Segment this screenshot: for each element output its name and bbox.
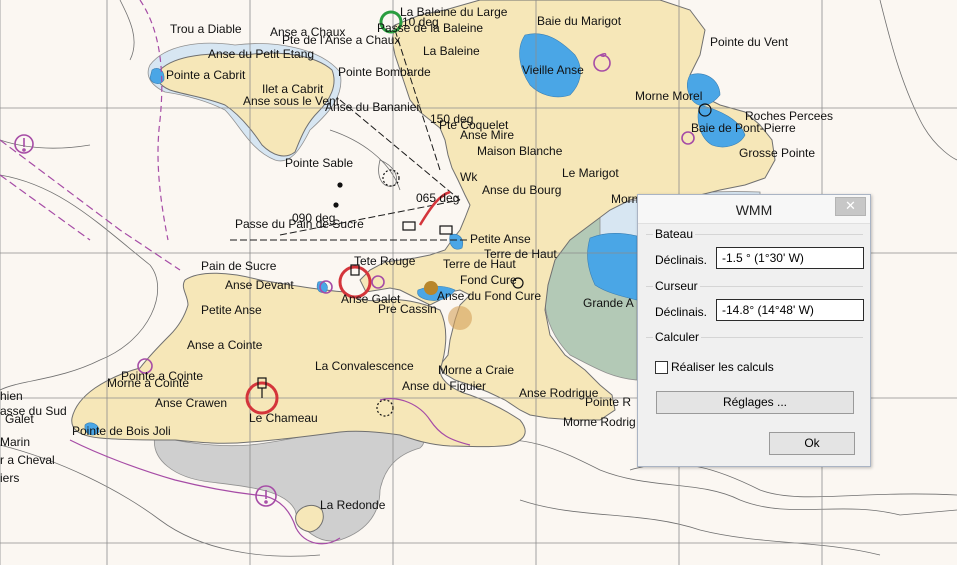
bateau-declination-field[interactable]: -1.5 ° (1°30' W) xyxy=(716,247,864,269)
chart-label-anse-mire: Anse Mire xyxy=(460,128,515,142)
chart-label-pointe-bombarde: Pointe Bombarde xyxy=(338,65,431,79)
bateau-declination-label: Déclinais. xyxy=(655,253,708,267)
chart-label-pointe-r-partial: Pointe R xyxy=(585,395,632,409)
chart-label-grande-anse-partial: Grande A xyxy=(583,296,634,310)
chart-label-wk: Wk xyxy=(460,170,478,184)
chart-label-marin-partial: Marin xyxy=(0,435,31,449)
chart-label-baie-du-marigot: Baie du Marigot xyxy=(537,14,622,28)
chart-label-pte-de-lanse-a-chaux: Pte de l'Anse a Chaux xyxy=(282,33,401,47)
chart-label-pointe-du-vent: Pointe du Vent xyxy=(710,35,789,49)
realiser-calculs-label: Réaliser les calculs xyxy=(671,360,774,374)
bateau-group: Bateau Déclinais. -1.5 ° (1°30' W) xyxy=(646,227,864,279)
close-icon: ✕ xyxy=(845,198,856,213)
chart-label-pain-de-sucre: Pain de Sucre xyxy=(201,259,277,273)
chart-label-fond-cure: Fond Cure xyxy=(460,273,517,287)
chart-label-pointe-de-bois-joli: Pointe de Bois Joli xyxy=(72,424,171,438)
curseur-declination-field[interactable]: -14.8° (14°48' W) xyxy=(716,299,864,321)
chart-label-pointe-a-cabrit: Pointe a Cabrit xyxy=(166,68,246,82)
chart-label-grosse-pointe: Grosse Pointe xyxy=(739,146,816,160)
close-button[interactable]: ✕ xyxy=(835,197,866,216)
ok-button[interactable]: Ok xyxy=(769,432,855,455)
curseur-declination-label: Déclinais. xyxy=(655,305,708,319)
chart-label-morne-partial: Morn xyxy=(611,192,639,206)
chart-label-morne-morel: Morne Morel xyxy=(635,89,703,103)
chart-label-pointe-sable: Pointe Sable xyxy=(285,156,354,170)
chart-label-trou-a-diable: Trou a Diable xyxy=(170,22,242,36)
chart-label-anse-du-fond-cure: Anse du Fond Cure xyxy=(437,289,542,303)
chart-label-petite-anse-nord: Petite Anse xyxy=(470,232,531,246)
chart-label-iers-partial: iers xyxy=(0,471,20,485)
bateau-group-label: Bateau xyxy=(653,227,696,241)
chart-label-passe-du-pain-de-sucre: Passe du Pain de Sucre xyxy=(235,217,364,231)
curseur-group-label: Curseur xyxy=(653,279,700,293)
calculer-group-label: Calculer xyxy=(653,330,702,344)
chart-label-baie-de-pont-pierre: Baie de Pont-Pierre xyxy=(691,121,796,135)
chart-label-galet-partial: Galet xyxy=(5,412,34,426)
chart-label-anse-du-petit-etang: Anse du Petit Etang xyxy=(208,47,315,61)
chart-label-maison-blanche: Maison Blanche xyxy=(477,144,563,158)
reglages-button[interactable]: Réglages ... xyxy=(656,391,854,414)
chart-label-anse-du-bananier: Anse du Bananier xyxy=(325,100,421,114)
chart-label-anse-crawen: Anse Crawen xyxy=(155,396,228,410)
chart-label-065-deg: 065 deg xyxy=(416,191,460,205)
chart-label-anse-du-bourg: Anse du Bourg xyxy=(482,183,562,197)
chart-label-morne-rodrigue-partial: Morne Rodrig xyxy=(563,415,636,429)
curseur-group: Curseur Déclinais. -14.8° (14°48' W) xyxy=(646,279,864,331)
chart-label-la-convalescence: La Convalescence xyxy=(315,359,414,373)
dialog-titlebar[interactable]: WMM ✕ xyxy=(638,195,870,224)
chart-label-vieille-anse: Vieille Anse xyxy=(522,63,584,77)
chart-label-r-a-cheval-partial: r a Cheval xyxy=(0,453,55,467)
wmm-dialog: WMM ✕ Bateau Déclinais. -1.5 ° (1°30' W)… xyxy=(637,194,871,467)
chart-label-anse-devant: Anse Devant xyxy=(225,278,294,292)
chart-label-petite-anse: Petite Anse xyxy=(201,303,262,317)
chart-label-la-redonde: La Redonde xyxy=(320,498,386,512)
chart-label-le-chameau: Le Chameau xyxy=(249,411,318,425)
chart-label-anse-a-cointe: Anse a Cointe xyxy=(187,338,263,352)
chart-label-morne-a-craie: Morne a Craie xyxy=(438,363,515,377)
calculer-group: Calculer Réaliser les calculs Réglages .… xyxy=(646,330,863,466)
chart-label-tete-rouge: Tete Rouge xyxy=(354,254,416,268)
chart-label-passe-de-la-baleine: Passe de la Baleine xyxy=(377,21,484,35)
chart-label-le-marigot: Le Marigot xyxy=(562,166,619,180)
chart-label-anse-du-figuier: Anse du Figuier xyxy=(402,379,487,393)
chart-label-morne-a-cointe: Morne a Cointe xyxy=(107,376,190,390)
chart-label-la-baleine: La Baleine xyxy=(423,44,480,58)
chart-label-terre-de-haut-2: Terre de Haut xyxy=(443,257,516,271)
realiser-calculs-checkbox[interactable] xyxy=(655,361,668,374)
chart-label-hien-partial: hien xyxy=(0,389,23,403)
chart-label-pre-cassin: Pre Cassin xyxy=(378,302,437,316)
